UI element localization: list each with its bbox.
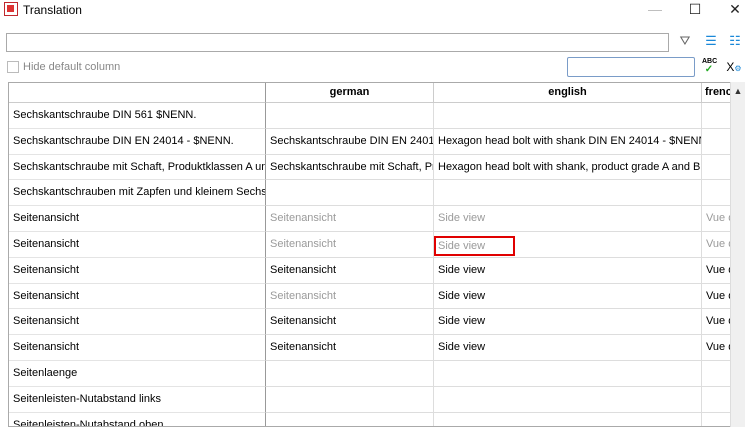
clear-translation-icon[interactable]: X⚙ (726, 59, 742, 75)
translation-table: german english french Sechskantschraube … (8, 82, 745, 427)
cell-key[interactable]: Seitenansicht (9, 283, 266, 310)
window-title: Translation (23, 3, 82, 17)
table-row[interactable]: Sechskantschraube DIN 561 $NENN. (9, 103, 731, 129)
cell-german[interactable]: Seitenansicht (266, 232, 434, 258)
list-icon[interactable]: ☰ (703, 33, 719, 49)
app-icon (4, 2, 18, 16)
spellcheck-icon[interactable]: ABC ✓ (702, 58, 717, 75)
table-row[interactable]: Seitenlaenge (9, 361, 731, 387)
table-row[interactable]: Seitenleisten-Nutabstand oben (9, 412, 731, 426)
cell-german[interactable] (266, 386, 434, 413)
table-row[interactable]: SeitenansichtSeitenansichtSide viewVue d… (9, 257, 731, 284)
cell-key[interactable]: Seitenlaenge (9, 361, 266, 387)
cell-french[interactable] (702, 128, 731, 155)
cell-german[interactable]: Seitenansicht (266, 335, 434, 361)
cell-key[interactable]: Seitenleisten-Nutabstand links (9, 386, 266, 413)
filter-icon[interactable]: ⛛ (677, 33, 693, 49)
minimize-button[interactable]: — (640, 0, 670, 20)
cell-key[interactable]: Seitenansicht (9, 206, 266, 232)
cell-french[interactable]: Vue de (702, 257, 731, 284)
cell-key[interactable]: Seitenleisten-Nutabstand oben (9, 412, 266, 426)
table-header: german english french (9, 83, 744, 103)
cell-french[interactable] (702, 154, 731, 181)
selected-cell-highlight[interactable]: Side view (434, 236, 516, 256)
cell-english[interactable]: Side view (434, 283, 702, 310)
cell-french[interactable] (702, 361, 731, 387)
cell-english[interactable]: Hexagon head bolt with shank DIN EN 2401… (434, 128, 702, 155)
cell-english[interactable] (434, 361, 702, 387)
column-header-english[interactable]: english (434, 83, 702, 103)
table-row[interactable]: Sechskantschraube DIN EN 24014 - $NENN. S… (9, 128, 731, 155)
cell-key[interactable]: Sechskantschraube DIN 561 $NENN. (9, 103, 266, 129)
cell-key[interactable]: Seitenansicht (9, 335, 266, 361)
filter-text-input[interactable] (567, 57, 695, 77)
vertical-scrollbar[interactable]: ▲ (730, 82, 745, 427)
table-row[interactable]: SeitenansichtSeitenansichtSide viewVue d… (9, 309, 731, 336)
cell-german[interactable]: Sechskantschraube DIN EN 24014 ... (266, 128, 434, 155)
cell-french[interactable]: Vue de (702, 283, 731, 310)
table-row[interactable]: SeitenansichtSeitenansichtSide viewVue d… (9, 283, 731, 310)
cell-key[interactable]: Sechskantschraube DIN EN 24014 - $NENN. (9, 128, 266, 155)
cell-english[interactable]: Side view (434, 257, 702, 284)
column-header-key[interactable] (9, 83, 266, 103)
column-header-german[interactable]: german (266, 83, 434, 103)
cell-key[interactable]: Sechskantschrauben mit Zapfen und kleine… (9, 180, 266, 207)
title-bar: Translation — ☐ ✕ (0, 0, 750, 22)
cell-key[interactable]: Seitenansicht (9, 257, 266, 284)
table-row[interactable]: SeitenansichtSeitenansichtSide viewVue d… (9, 206, 731, 232)
table-row[interactable]: Sechskantschraube mit Schaft, Produktkla… (9, 154, 731, 181)
cell-english[interactable]: Side view (434, 335, 702, 361)
cell-english[interactable] (434, 386, 702, 413)
cell-english[interactable]: Side view (434, 309, 702, 336)
table-row[interactable]: SeitenansichtSeitenansichtSide viewVue d… (9, 335, 731, 361)
cell-french[interactable] (702, 412, 731, 426)
cell-german[interactable]: Seitenansicht (266, 257, 434, 284)
cell-key[interactable]: Sechskantschraube mit Schaft, Produktkla… (9, 154, 266, 181)
cell-english[interactable]: Hexagon head bolt with shank, product gr… (434, 154, 702, 181)
cell-english[interactable] (434, 412, 702, 426)
table-row[interactable]: SeitenansichtSeitenansichtSide viewVue d… (9, 232, 731, 258)
cell-french[interactable]: Vue de (702, 232, 731, 258)
cell-english[interactable] (434, 180, 702, 207)
cell-german[interactable]: Seitenansicht (266, 206, 434, 232)
list-detail-icon[interactable]: ☷ (727, 33, 743, 49)
cell-english[interactable] (434, 103, 702, 129)
column-header-french[interactable]: french (702, 83, 731, 103)
hide-default-column-label: Hide default column (23, 61, 121, 73)
cell-german[interactable]: Seitenansicht (266, 283, 434, 310)
maximize-button[interactable]: ☐ (680, 0, 710, 20)
hide-default-column-checkbox[interactable] (7, 61, 19, 73)
scroll-up-arrow-icon[interactable]: ▲ (731, 86, 745, 96)
cell-german[interactable] (266, 180, 434, 207)
cell-english[interactable]: Side view (434, 232, 702, 258)
cell-german[interactable] (266, 103, 434, 129)
cell-french[interactable]: Vue de (702, 309, 731, 336)
cell-german[interactable]: Seitenansicht (266, 309, 434, 336)
cell-french[interactable] (702, 180, 731, 207)
cell-english[interactable]: Side view (434, 206, 702, 232)
cell-french[interactable] (702, 103, 731, 129)
close-button[interactable]: ✕ (720, 0, 750, 20)
table-row[interactable]: Sechskantschrauben mit Zapfen und kleine… (9, 180, 731, 207)
cell-german[interactable] (266, 361, 434, 387)
cell-german[interactable]: Sechskantschraube mit Schaft, Pr... (266, 154, 434, 181)
cell-french[interactable] (702, 386, 731, 413)
cell-german[interactable] (266, 412, 434, 426)
cell-french[interactable]: Vue de (702, 335, 731, 361)
table-row[interactable]: Seitenleisten-Nutabstand links (9, 386, 731, 413)
search-input[interactable] (6, 33, 669, 52)
cell-french[interactable]: Vue de (702, 206, 731, 232)
cell-key[interactable]: Seitenansicht (9, 232, 266, 258)
cell-key[interactable]: Seitenansicht (9, 309, 266, 336)
